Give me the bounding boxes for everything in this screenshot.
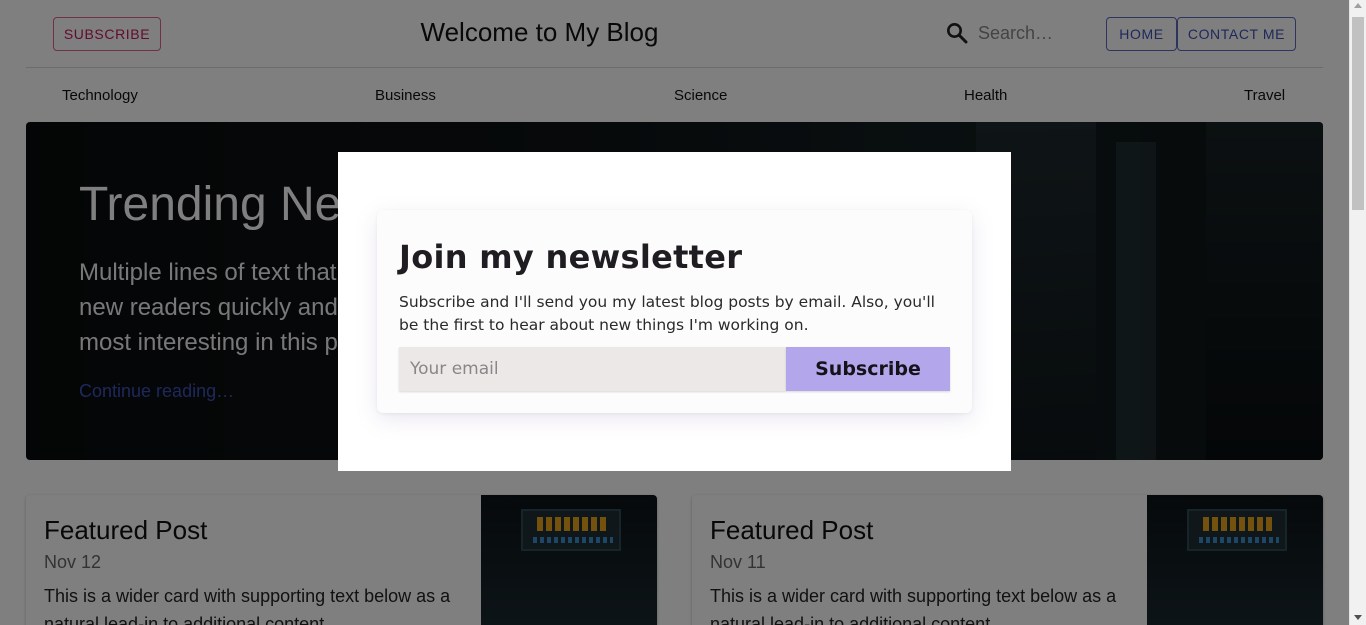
newsletter-card: Join my newsletter Subscribe and I'll se…	[377, 210, 972, 413]
newsletter-title: Join my newsletter	[399, 238, 743, 276]
newsletter-modal: Join my newsletter Subscribe and I'll se…	[338, 152, 1011, 471]
email-field[interactable]	[399, 347, 786, 391]
blog-page: SUBSCRIBE Welcome to My Blog HOME CONTAC…	[0, 0, 1349, 625]
scroll-up-arrow-icon[interactable]	[1354, 3, 1362, 8]
scrollbar-thumb[interactable]	[1352, 17, 1364, 210]
scroll-down-arrow-icon[interactable]	[1354, 615, 1362, 620]
newsletter-description: Subscribe and I'll send you my latest bl…	[399, 293, 935, 334]
newsletter-subscribe-button[interactable]: Subscribe	[786, 347, 950, 391]
vertical-scrollbar[interactable]	[1349, 0, 1366, 625]
